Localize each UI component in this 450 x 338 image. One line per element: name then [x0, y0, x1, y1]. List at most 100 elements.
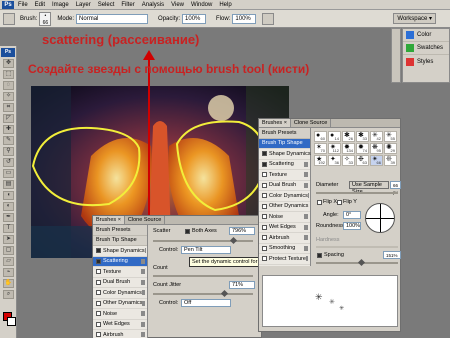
scatter-item[interactable]: Scattering: [93, 256, 147, 267]
tip-item[interactable]: Brush Tip Shape: [259, 138, 310, 149]
scatter-slider-track[interactable]: [153, 240, 253, 242]
lock-icon[interactable]: [141, 321, 145, 327]
lock-icon[interactable]: [141, 290, 145, 296]
brush-tip-cell[interactable]: ✳ 55: [384, 131, 397, 142]
tip-item[interactable]: Protect Texture: [259, 254, 310, 265]
scatter-checkbox[interactable]: [96, 321, 101, 327]
mode-select[interactable]: Normal: [76, 13, 149, 24]
blur-tool-icon[interactable]: ◖: [3, 191, 14, 200]
scatter-item[interactable]: Color Dynamics: [93, 288, 147, 299]
scatter-value-input[interactable]: 796%: [229, 227, 255, 235]
brush-tip-cell[interactable]: ● 60: [314, 131, 327, 142]
slice-tool-icon[interactable]: ◸: [3, 114, 14, 123]
lock-icon[interactable]: [304, 224, 308, 230]
magic-wand-tool-icon[interactable]: ✧: [3, 92, 14, 101]
scatter-checkbox[interactable]: [96, 300, 101, 306]
move-tool-icon[interactable]: ✥: [3, 59, 14, 68]
spacing-checkbox[interactable]: [317, 253, 322, 258]
tip-checkbox[interactable]: [262, 214, 267, 220]
brush-tip-cell[interactable]: ✧ 33: [342, 155, 355, 166]
tip-item[interactable]: Shape Dynamics: [259, 149, 311, 160]
flip-y-checkbox[interactable]: [337, 200, 342, 205]
both-axes-checkbox[interactable]: [185, 229, 190, 234]
scatter-checkbox[interactable]: [96, 258, 101, 264]
brush-tip-cell[interactable]: ❉ 63: [356, 155, 369, 166]
flow-input[interactable]: 100%: [232, 13, 257, 24]
control2-select[interactable]: Off: [181, 299, 231, 307]
tip-checkbox[interactable]: [262, 256, 267, 262]
tip-item[interactable]: Dual Brush: [259, 181, 310, 191]
scatter-item[interactable]: Airbrush: [93, 330, 147, 338]
tip-checkbox[interactable]: [262, 151, 267, 157]
scatter-checkbox[interactable]: [96, 279, 101, 285]
brush-preset-picker[interactable]: • 66: [39, 11, 52, 26]
count-jitter-input[interactable]: 71%: [229, 281, 255, 289]
angle-roundness-widget[interactable]: [365, 203, 395, 233]
brush-tip-shape-item[interactable]: Brush Tip Shape: [93, 235, 147, 246]
scatter-checkbox[interactable]: [96, 332, 101, 338]
brush-tip-cell[interactable]: ✳ 42: [370, 131, 383, 142]
menu-file[interactable]: File: [18, 2, 28, 8]
tip-item[interactable]: Airbrush: [259, 233, 310, 244]
pen-tool-icon[interactable]: ✒: [3, 213, 14, 222]
brush-tip-cell[interactable]: ✦ 36: [328, 155, 341, 166]
tip-item[interactable]: Smoothing: [259, 244, 310, 254]
scatter-item[interactable]: Shape Dynamics: [93, 246, 147, 257]
zoom-tool-icon[interactable]: ⌕: [3, 290, 14, 299]
diameter-input[interactable]: 66 px: [390, 181, 401, 195]
diameter-slider-track[interactable]: [316, 192, 398, 194]
brush-tip-cell[interactable]: ✱ 33: [356, 131, 369, 142]
background-color-swatch[interactable]: [7, 317, 16, 326]
lock-icon[interactable]: [305, 256, 308, 262]
brush-tip-cell[interactable]: ✱ 26: [342, 131, 355, 142]
tip-checkbox[interactable]: [262, 161, 267, 167]
control-select[interactable]: Pen Tilt: [181, 246, 231, 254]
scatter-item[interactable]: Other Dynamics: [93, 299, 147, 309]
menu-window[interactable]: Window: [191, 2, 212, 8]
opacity-input[interactable]: 100%: [182, 13, 207, 24]
tip-checkbox[interactable]: [262, 203, 267, 209]
tip-checkbox[interactable]: [262, 235, 267, 241]
menu-filter[interactable]: Filter: [121, 2, 134, 8]
brush-presets-item[interactable]: Brush Presets: [93, 225, 147, 236]
dock-item-swatches[interactable]: Swatches: [403, 42, 449, 55]
brush-tip-cell[interactable]: ✹ 74: [356, 143, 369, 154]
menu-analysis[interactable]: Analysis: [142, 2, 164, 8]
brush-tip-cell[interactable]: ✸ 134: [342, 143, 355, 154]
tip-brush-presets-item[interactable]: Brush Presets: [259, 128, 310, 139]
dodge-tool-icon[interactable]: ◐: [3, 202, 14, 211]
count-jitter-slider-knob[interactable]: [220, 289, 229, 298]
count-jitter-slider-track[interactable]: [153, 293, 253, 295]
scatter-slider-knob[interactable]: [229, 236, 238, 245]
brush-tool-icon-box[interactable]: ✎: [3, 136, 14, 145]
tip-item[interactable]: Color Dynamics: [259, 191, 310, 202]
brush-tip-cell[interactable]: ❋ 95: [370, 143, 383, 154]
lock-icon[interactable]: [304, 245, 308, 251]
brush-tip-cell[interactable]: ✺ 29: [384, 143, 397, 154]
healing-tool-icon[interactable]: ✚: [3, 125, 14, 134]
lasso-tool-icon[interactable]: ◌: [3, 81, 14, 90]
gradient-tool-icon[interactable]: ▤: [3, 180, 14, 189]
scatter-item[interactable]: Dual Brush: [93, 278, 147, 288]
workspace-button[interactable]: Workspace ▾: [393, 13, 436, 24]
brush-tip-cell[interactable]: ✶ 70: [314, 143, 327, 154]
brush-tip-cell[interactable]: ★ 192: [314, 155, 327, 166]
brush-tip-cell[interactable]: ✷ 112: [328, 143, 341, 154]
hand-tool-icon[interactable]: ✋: [3, 279, 14, 288]
brush-tool-icon[interactable]: [3, 12, 15, 25]
lock-icon[interactable]: [141, 311, 145, 317]
lock-icon[interactable]: [304, 182, 308, 188]
dock-icon-strip[interactable]: [391, 28, 401, 83]
tab-clone-source[interactable]: Clone Source: [125, 216, 166, 224]
path-select-tool-icon[interactable]: ➤: [3, 235, 14, 244]
tip-item[interactable]: Texture: [259, 170, 310, 181]
count-slider-track[interactable]: [153, 275, 253, 277]
scatter-item[interactable]: Texture: [93, 267, 147, 278]
tab-brushes-tip[interactable]: Brushes ×: [259, 119, 291, 127]
lock-icon[interactable]: [142, 300, 145, 306]
lock-icon[interactable]: [304, 214, 308, 220]
tip-item[interactable]: Wet Edges: [259, 223, 310, 233]
menu-image[interactable]: Image: [52, 2, 69, 8]
menu-layer[interactable]: Layer: [76, 2, 91, 8]
scatter-checkbox[interactable]: [96, 311, 101, 317]
